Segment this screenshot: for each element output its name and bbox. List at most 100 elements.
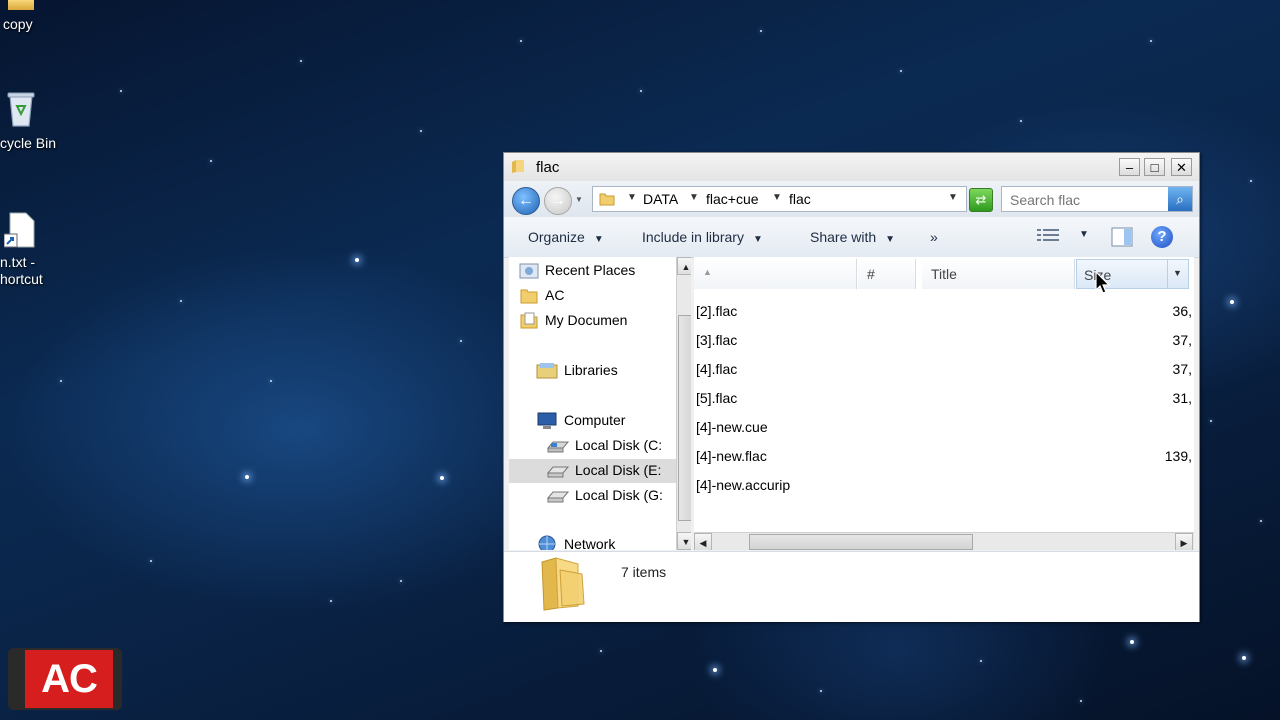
- breadcrumb-flac[interactable]: flac: [789, 191, 811, 207]
- column-header-label: #: [867, 266, 875, 282]
- libraries-icon: [536, 362, 558, 383]
- table-row[interactable]: [4]-new.cue: [696, 419, 768, 441]
- share-with-menu[interactable]: Share with ▼: [810, 229, 895, 245]
- nav-network[interactable]: Network: [538, 535, 615, 550]
- star: [330, 600, 332, 602]
- star: [1242, 656, 1246, 660]
- file-list: ▲ # Title Size ▼ [2].flac 36, [3].flac 3…: [694, 257, 1194, 550]
- chevron-down-icon: ▼: [593, 234, 604, 245]
- breadcrumb-flac-cue[interactable]: flac+cue: [706, 191, 759, 207]
- nav-libraries[interactable]: Libraries: [536, 362, 618, 379]
- file-name: [4].flac: [696, 361, 738, 377]
- star: [1230, 300, 1234, 304]
- column-header-name[interactable]: ▲: [694, 259, 857, 289]
- nav-local-disk-c[interactable]: Local Disk (C:: [546, 437, 663, 453]
- address-bar[interactable]: ▼ DATA ▼ flac+cue ▼ flac ▼: [592, 186, 967, 212]
- table-row[interactable]: [3].flac: [696, 332, 737, 354]
- more-commands-button[interactable]: »: [930, 229, 938, 245]
- nav-item-label: Local Disk (C:: [575, 437, 663, 453]
- column-header-size[interactable]: Size ▼: [1076, 259, 1189, 289]
- breadcrumb-chevron-icon[interactable]: ▼: [772, 192, 782, 203]
- nav-computer[interactable]: Computer: [537, 412, 626, 429]
- preview-pane-button[interactable]: [1111, 227, 1133, 250]
- chevron-down-icon: ▼: [885, 234, 896, 245]
- star: [1250, 180, 1252, 182]
- scroll-left-icon[interactable]: ◀: [694, 533, 712, 550]
- desktop-icon-recycle-bin-label[interactable]: cycle Bin: [0, 135, 56, 152]
- address-row: ← → ▼ ▼ DATA ▼ flac+cue ▼ flac ▼ ⇄ ⌕: [504, 181, 1199, 217]
- column-filter-dropdown-icon[interactable]: ▼: [1173, 268, 1182, 278]
- scroll-up-icon[interactable]: ▲: [677, 257, 691, 275]
- star: [210, 160, 212, 162]
- search-icon[interactable]: ⌕: [1168, 187, 1192, 211]
- file-size: 36,: [1172, 303, 1192, 319]
- nav-item-label: My Documen: [545, 312, 628, 328]
- desktop-icon-copy-label[interactable]: copy: [3, 16, 33, 33]
- command-bar: Organize ▼ Include in library ▼ Share with…: [504, 217, 1199, 258]
- include-in-library-menu[interactable]: Include in library ▼: [642, 229, 763, 245]
- desktop-icon-shortcut-label-1[interactable]: n.txt -: [0, 254, 35, 271]
- nav-my-documents[interactable]: My Documen: [520, 312, 628, 329]
- documents-icon: [519, 312, 539, 333]
- help-button[interactable]: ?: [1151, 226, 1173, 248]
- search-input[interactable]: [1008, 190, 1162, 210]
- recycle-bin-icon[interactable]: [6, 90, 36, 128]
- disk-icon: [546, 438, 570, 457]
- nav-recent-places[interactable]: Recent Places: [519, 262, 635, 279]
- star: [1080, 700, 1082, 702]
- table-row[interactable]: [4].flac: [696, 361, 737, 383]
- star: [980, 660, 982, 662]
- star: [1130, 640, 1134, 644]
- nav-local-disk-e[interactable]: Local Disk (E:: [509, 459, 676, 483]
- scroll-thumb[interactable]: [749, 534, 973, 550]
- search-box[interactable]: ⌕: [1001, 186, 1193, 212]
- file-size: 139,: [1164, 448, 1192, 464]
- folder-icon[interactable]: [8, 0, 34, 10]
- table-row[interactable]: [4]-new.accurip: [696, 477, 790, 499]
- recent-pages-dropdown-icon[interactable]: ▼: [575, 195, 583, 204]
- file-list-horizontal-scrollbar[interactable]: ◀ ▶: [694, 532, 1194, 550]
- star: [440, 476, 444, 480]
- file-size: 37,: [1172, 332, 1192, 348]
- star: [900, 70, 902, 72]
- table-row[interactable]: [2].flac: [696, 303, 737, 325]
- nav-item-label: Computer: [564, 412, 626, 428]
- scroll-thumb[interactable]: [678, 315, 691, 521]
- organize-label: Organize: [528, 229, 585, 245]
- channel-logo: AC: [8, 648, 122, 710]
- details-pane: 7 items: [504, 551, 1199, 622]
- star: [270, 380, 272, 382]
- desktop-icon-shortcut-label-2[interactable]: hortcut: [0, 271, 43, 288]
- change-view-button[interactable]: [1037, 228, 1059, 247]
- column-header-number[interactable]: #: [858, 259, 916, 289]
- window-title: flac: [536, 159, 560, 176]
- recent-places-icon: [519, 262, 539, 283]
- star: [120, 90, 122, 92]
- view-options-dropdown-icon[interactable]: ▼: [1079, 229, 1089, 240]
- nav-local-disk-g[interactable]: Local Disk (G:: [546, 487, 663, 503]
- table-row[interactable]: [4]-new.flac: [696, 448, 767, 470]
- title-bar[interactable]: flac – □ ✕: [504, 153, 1199, 181]
- star: [640, 90, 642, 92]
- nav-pane-scrollbar[interactable]: ▲ ▼: [676, 257, 691, 550]
- nav-item-label: Libraries: [564, 362, 618, 378]
- scroll-down-icon[interactable]: ▼: [677, 532, 691, 550]
- shortcut-file-icon[interactable]: [3, 212, 36, 248]
- nav-ac[interactable]: AC: [520, 287, 565, 304]
- column-header-title[interactable]: Title: [922, 259, 1075, 289]
- address-dropdown-icon[interactable]: ▼: [948, 192, 958, 203]
- table-row[interactable]: [5].flac: [696, 390, 737, 412]
- breadcrumb-chevron-icon[interactable]: ▼: [689, 192, 699, 203]
- file-name: [3].flac: [696, 332, 738, 348]
- forward-button[interactable]: →: [544, 187, 572, 215]
- nav-item-label: AC: [545, 287, 565, 303]
- organize-menu[interactable]: Organize ▼: [528, 229, 604, 245]
- scroll-right-icon[interactable]: ▶: [1175, 533, 1193, 550]
- refresh-button[interactable]: ⇄: [969, 188, 993, 212]
- breadcrumb-data[interactable]: DATA: [643, 191, 678, 207]
- maximize-button[interactable]: □: [1144, 158, 1165, 176]
- back-button[interactable]: ←: [512, 187, 540, 215]
- breadcrumb-chevron-icon[interactable]: ▼: [627, 192, 637, 203]
- close-button[interactable]: ✕: [1171, 158, 1192, 176]
- minimize-button[interactable]: –: [1119, 158, 1140, 176]
